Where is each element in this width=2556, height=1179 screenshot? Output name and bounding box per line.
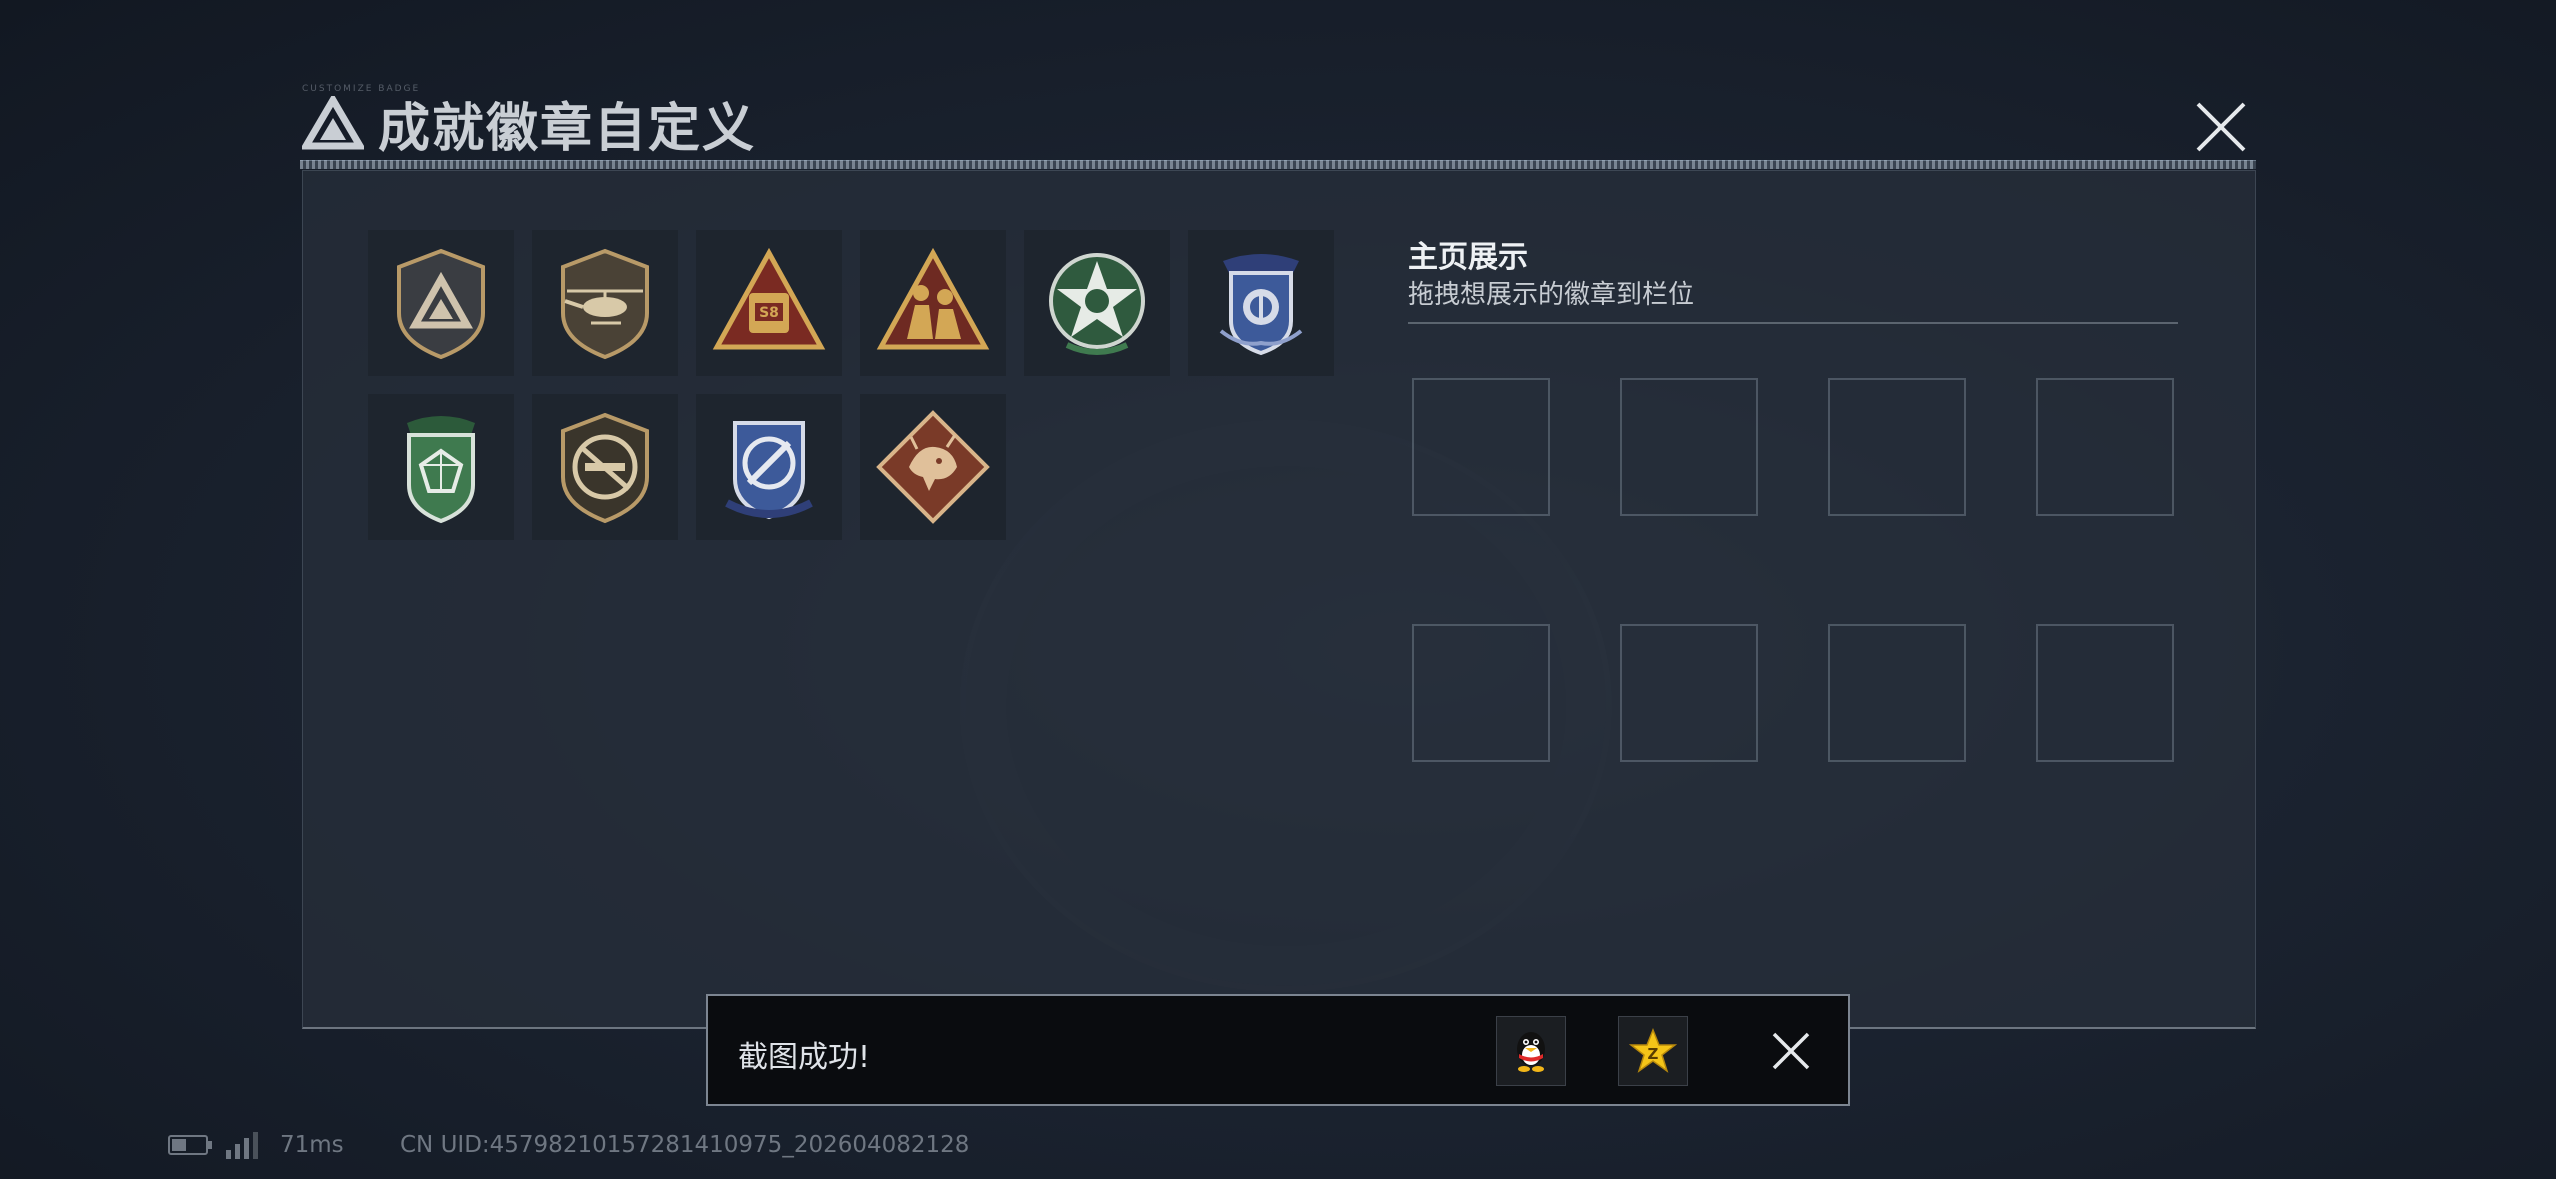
page-header: 成就徽章自定义 xyxy=(302,88,757,159)
showcase-slot[interactable] xyxy=(1620,378,1758,516)
badge-item[interactable] xyxy=(532,394,678,540)
close-icon[interactable] xyxy=(2192,98,2250,156)
signal-icon xyxy=(226,1132,258,1159)
badge-item[interactable] xyxy=(532,230,678,376)
badge-item[interactable] xyxy=(368,394,514,540)
share-qzone-button[interactable]: Z xyxy=(1618,1016,1688,1086)
helicopter-badge-icon xyxy=(561,248,649,360)
svg-text:S8: S8 xyxy=(759,305,779,321)
showcase-title: 主页展示 xyxy=(1408,240,1528,275)
green-star-badge-icon xyxy=(1049,253,1145,355)
showcase-slot[interactable] xyxy=(1620,624,1758,762)
showcase-slot[interactable] xyxy=(2036,378,2174,516)
dragon-diamond-badge-icon xyxy=(876,410,990,524)
blue-crosshair-badge-icon xyxy=(725,421,813,520)
showcase-slot[interactable] xyxy=(1412,624,1550,762)
triangle-logo-icon xyxy=(302,96,364,150)
qq-penguin-icon xyxy=(1517,1032,1545,1072)
green-gem-shield-badge-icon xyxy=(407,416,475,524)
share-qq-button[interactable] xyxy=(1496,1016,1566,1086)
battery-icon xyxy=(168,1135,212,1155)
showcase-slot[interactable] xyxy=(1412,378,1550,516)
toast-close-icon[interactable] xyxy=(1770,1030,1812,1072)
blue-winged-shield-badge-icon xyxy=(1219,254,1303,356)
status-bar: 71ms xyxy=(168,1130,344,1160)
rifle-crest-badge-icon xyxy=(561,412,649,524)
s8-vehicle-badge-icon: S8 xyxy=(712,247,826,350)
svg-text:Z: Z xyxy=(1648,1045,1659,1063)
badge-item[interactable]: S8 xyxy=(696,230,842,376)
qzone-star-icon: Z xyxy=(1629,1028,1677,1073)
badge-item[interactable] xyxy=(1024,230,1170,376)
showcase-slot[interactable] xyxy=(2036,624,2174,762)
soldier-triangle-badge-icon xyxy=(876,247,990,350)
badge-item[interactable] xyxy=(860,394,1006,540)
showcase-slot[interactable] xyxy=(1828,378,1966,516)
triangle-shield-badge-icon xyxy=(397,248,485,360)
toast-message: 截图成功! xyxy=(738,1040,871,1075)
badge-item[interactable] xyxy=(860,230,1006,376)
screenshot-toast: 截图成功! Z xyxy=(706,994,1850,1106)
badge-item[interactable] xyxy=(368,230,514,376)
showcase-slot[interactable] xyxy=(1828,624,1966,762)
showcase-divider xyxy=(1408,322,2178,324)
showcase-subtitle: 拖拽想展示的徽章到栏位 xyxy=(1408,280,1695,310)
ping-value: 71ms xyxy=(280,1132,344,1158)
uid-text: CN UID:4579821015728141­0975_20260408212… xyxy=(400,1132,970,1158)
header-divider xyxy=(300,160,2256,169)
badge-item[interactable] xyxy=(696,394,842,540)
page-title: 成就徽章自定义 xyxy=(378,98,757,159)
badge-item[interactable] xyxy=(1188,230,1334,376)
